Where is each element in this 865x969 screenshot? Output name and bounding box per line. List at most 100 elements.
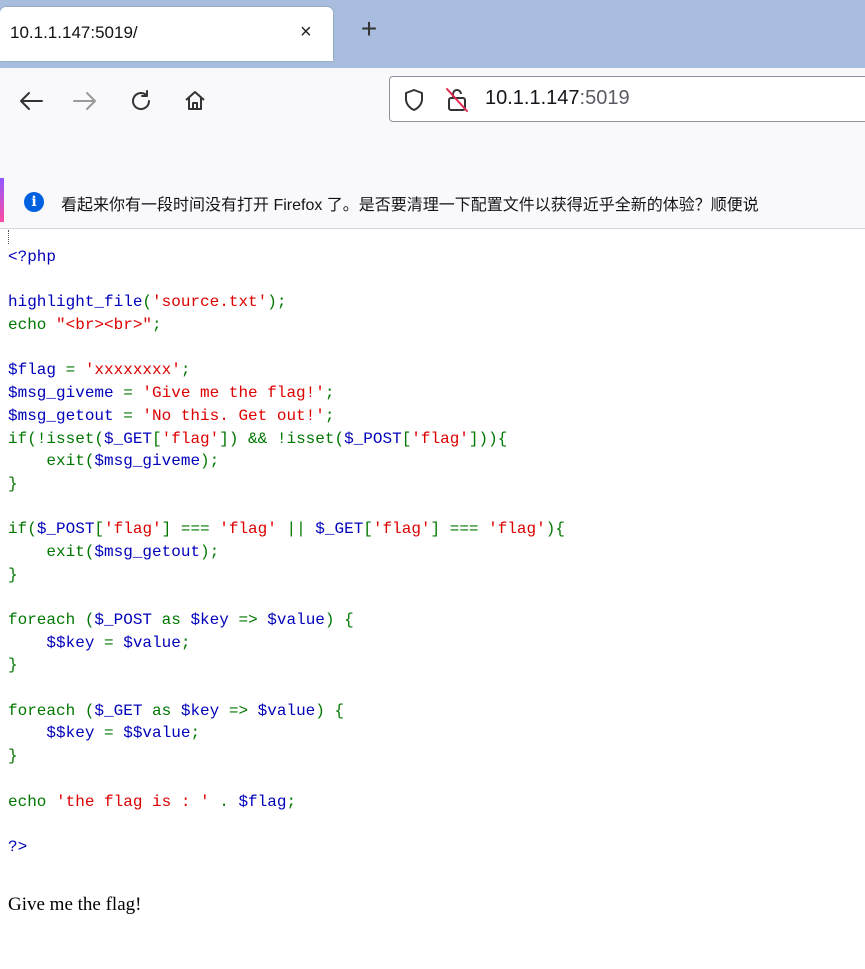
code-line: $$key = $value; — [8, 632, 565, 655]
notification-bar: i 看起来你有一段时间没有打开 Firefox 了。是否要清理一下配置文件以获得… — [0, 164, 865, 229]
code-token: [ — [152, 429, 162, 448]
code-line: } — [8, 654, 565, 677]
code-token: $_POST — [94, 611, 162, 629]
code-token: || — [286, 520, 316, 539]
code-token: if( — [8, 520, 37, 539]
code-line: } — [8, 473, 565, 496]
code-token: echo — [8, 792, 57, 811]
code-token: $_POST — [36, 520, 95, 539]
code-token: 'Give me the flag!' — [142, 384, 325, 403]
code-token: $msg_giveme — [94, 452, 201, 471]
code-line: exit($msg_giveme); — [8, 450, 565, 473]
code-token: 'source.txt' — [152, 293, 268, 312]
tab-strip: 10.1.1.147:5019/ × + — [0, 0, 865, 68]
code-token: highlight_file — [8, 293, 143, 312]
code-token: 'the flag is : ' — [56, 792, 220, 811]
browser-tab[interactable]: 10.1.1.147:5019/ × — [0, 7, 333, 61]
code-token: 'flag' — [372, 520, 431, 539]
code-line: $msg_giveme = 'Give me the flag!'; — [8, 382, 565, 405]
code-token: [ — [401, 429, 412, 448]
code-token: foreach ( — [8, 611, 95, 629]
code-line: ?> — [8, 836, 565, 859]
code-token: ; — [324, 406, 335, 425]
code-line: } — [8, 745, 565, 768]
insecure-lock-icon[interactable] — [445, 87, 469, 118]
php-source-code: <?php highlight_file('source.txt'); echo "… — [8, 246, 565, 859]
notification-message: 看起来你有一段时间没有打开 Firefox 了。是否要清理一下配置文件以获得近乎… — [61, 197, 759, 214]
url-host: 10.1.1.147 — [485, 87, 580, 109]
code-line: echo 'the flag is : ' . $flag; — [8, 791, 565, 814]
code-token: = — [123, 384, 143, 403]
code-token: "<br><br>" — [56, 316, 153, 335]
code-token: if(!isset( — [8, 429, 105, 448]
info-icon: i — [24, 192, 44, 212]
code-token: ); — [200, 542, 220, 561]
code-token: 'No this. Get out!' — [142, 406, 325, 425]
code-token: $$key — [46, 724, 105, 743]
code-token: $value — [257, 701, 316, 720]
code-token: $value — [123, 633, 181, 652]
code-token: ; — [152, 316, 162, 335]
code-line: foreach ($_POST as $key => $value) { — [8, 609, 565, 632]
code-token: $msg_giveme — [8, 384, 124, 403]
code-token: $msg_getout — [94, 542, 201, 561]
text-cursor-icon — [8, 230, 10, 244]
code-token: ])){ — [468, 429, 508, 448]
code-line: echo "<br><br>"; — [8, 314, 565, 337]
address-bar[interactable]: 10.1.1.147:5019 — [389, 76, 865, 122]
code-token: [ — [363, 520, 373, 539]
code-token: . — [219, 792, 239, 811]
code-token: 'flag' — [488, 520, 546, 539]
code-token: ?> — [8, 837, 28, 856]
code-token: } — [8, 656, 18, 675]
code-token: $_GET — [94, 701, 153, 720]
notification-accent — [0, 178, 4, 222]
new-tab-icon[interactable]: + — [355, 15, 383, 44]
code-token: $flag — [238, 792, 287, 811]
tab-close-icon[interactable]: × — [300, 20, 312, 44]
code-token: ] === — [430, 520, 489, 539]
code-line: exit($msg_getout); — [8, 541, 565, 564]
forward-arrow-icon[interactable] — [68, 84, 102, 118]
code-token: 'xxxxxxxx' — [84, 361, 181, 380]
code-token: ( — [142, 293, 153, 312]
code-token: $value — [267, 611, 325, 629]
code-token: $key — [180, 701, 229, 720]
tab-title: 10.1.1.147:5019/ — [10, 23, 138, 42]
code-token: ); — [267, 293, 287, 312]
code-token: 'flag' — [219, 520, 287, 539]
code-token: $_GET — [104, 429, 153, 448]
url-text[interactable]: 10.1.1.147:5019 — [485, 87, 630, 110]
code-token: } — [8, 565, 18, 584]
code-line: foreach ($_GET as $key => $value) { — [8, 700, 565, 723]
code-line: $$key = $$value; — [8, 722, 565, 745]
code-token: ; — [286, 792, 297, 811]
code-token: ; — [180, 361, 191, 380]
code-line: highlight_file('source.txt'); — [8, 291, 565, 314]
code-token: 'flag' — [161, 429, 220, 448]
code-token: ); — [200, 452, 220, 471]
code-token: ; — [180, 633, 191, 652]
code-token: ) { — [324, 611, 354, 629]
code-token: = — [104, 724, 124, 743]
reload-icon[interactable] — [124, 84, 158, 118]
code-token: => — [228, 701, 258, 720]
code-token: foreach ( — [8, 701, 95, 720]
tracking-shield-icon[interactable] — [403, 88, 425, 117]
code-token: $$key — [46, 633, 105, 652]
code-token: $flag — [8, 361, 66, 380]
code-line: if(!isset($_GET['flag']) && !isset($_POS… — [8, 428, 565, 451]
back-arrow-icon[interactable] — [14, 84, 48, 118]
code-token: ; — [324, 384, 335, 403]
code-token: = — [104, 633, 124, 652]
home-icon[interactable] — [178, 84, 212, 118]
navigation-bar: 10.1.1.147:5019 — [0, 68, 865, 164]
code-token: ) { — [315, 701, 345, 720]
